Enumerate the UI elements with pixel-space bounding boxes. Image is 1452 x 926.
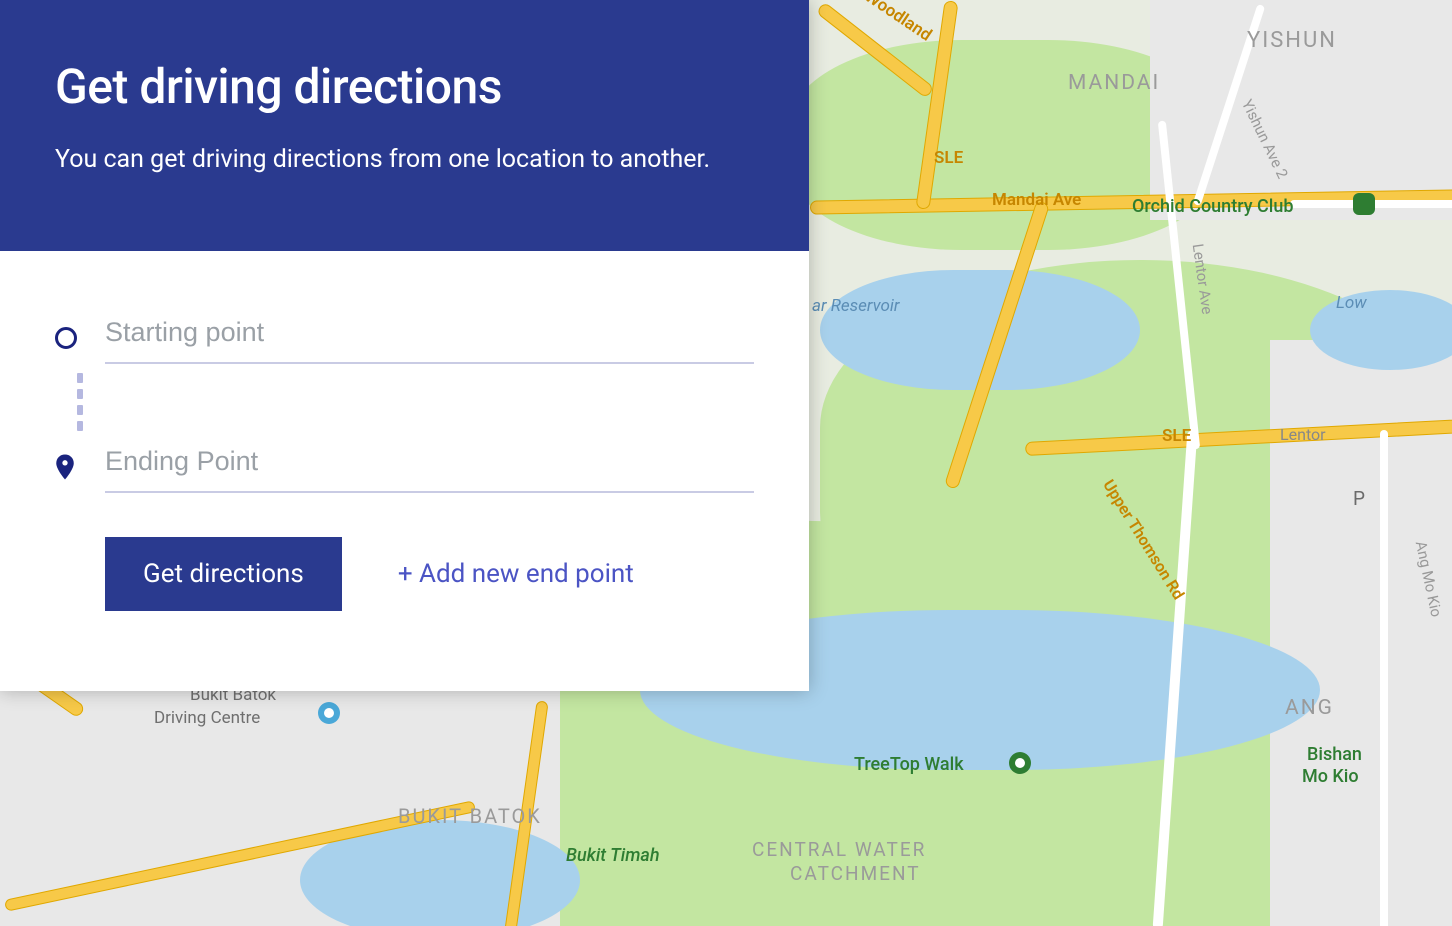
panel-title: Get driving directions <box>55 58 754 115</box>
poi-bishan-1: Bishan <box>1307 744 1362 765</box>
poi-p: P <box>1353 487 1365 510</box>
start-input[interactable] <box>105 311 754 364</box>
poi-lentor: Lentor <box>1280 425 1326 444</box>
district-yishun: YISHUN <box>1247 28 1337 53</box>
poi-low: Low <box>1336 293 1367 313</box>
road-mandai-ave: Mandai Ave <box>992 190 1081 210</box>
add-end-point-link[interactable]: + Add new end point <box>398 559 634 589</box>
poi-bbdc-2: Driving Centre <box>154 708 260 728</box>
poi-reservoir: ar Reservoir <box>812 296 899 316</box>
district-bukit-batok: BUKIT BATOK <box>398 804 542 828</box>
district-mandai: MANDAI <box>1068 71 1160 95</box>
poi-orchid: Orchid Country Club <box>1132 196 1293 217</box>
route-dots-icon <box>55 364 105 440</box>
poi-treetop: TreeTop Walk <box>854 754 964 775</box>
panel-actions: Get directions + Add new end point <box>55 537 754 611</box>
poi-marker-bbdc-icon <box>318 702 340 724</box>
start-field-row <box>55 311 754 364</box>
panel-subtitle: You can get driving directions from one … <box>55 141 735 179</box>
poi-catchment: CATCHMENT <box>790 862 921 885</box>
poi-bishan-2: Mo Kio <box>1302 766 1359 787</box>
panel-header: Get driving directions You can get drivi… <box>0 0 809 251</box>
poi-central-water: CENTRAL WATER <box>752 838 926 861</box>
road-sle-2: SLE <box>1162 426 1191 446</box>
get-directions-button[interactable]: Get directions <box>105 537 342 611</box>
end-point-pin-icon <box>55 452 105 480</box>
end-input[interactable] <box>105 440 754 493</box>
end-field-row <box>55 440 754 493</box>
directions-panel: Get driving directions You can get drivi… <box>0 0 809 691</box>
poi-marker-orchid-icon <box>1353 193 1375 215</box>
district-ang: ANG <box>1285 696 1334 720</box>
poi-bukit-timah: Bukit Timah <box>566 845 660 866</box>
panel-body: Get directions + Add new end point <box>0 251 809 692</box>
road-sle-1: SLE <box>934 148 963 168</box>
start-point-icon <box>55 325 105 349</box>
poi-marker-icon <box>1009 752 1031 774</box>
